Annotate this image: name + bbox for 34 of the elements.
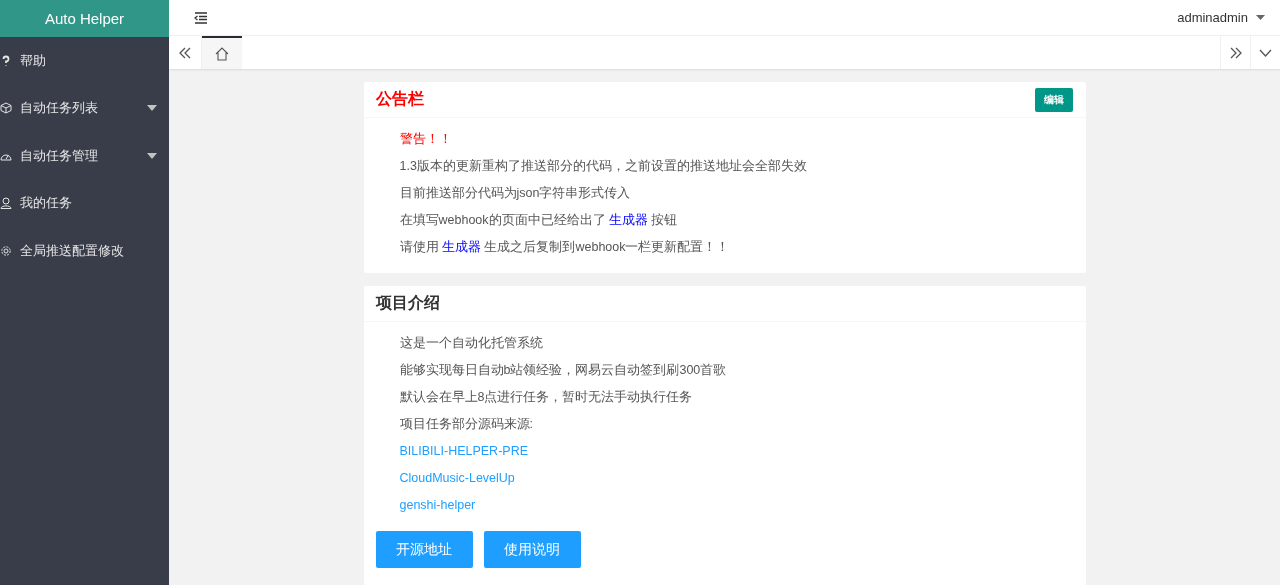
notice-text: 目前推送部分代码为json字符串形式传入 [399,185,632,202]
intro-text: 默认会在早上8点进行任务，暂时无法手动执行任务 [399,389,694,406]
cube-icon [0,102,12,115]
sidebar-item[interactable]: 自动任务管理 [0,132,169,180]
home-icon [215,46,229,61]
user-menu[interactable]: adminadmin [1177,10,1265,26]
gear-icon [0,244,12,257]
card-title: 项目介绍 [375,293,440,313]
home-tab[interactable] [202,36,242,69]
sidebar-item[interactable]: 我的任务 [0,179,169,227]
intro-text: 能够实现每日自动b站领经验，网易云自动签到刷300首歌 [399,362,728,379]
generator-link[interactable]: 生成器 [609,213,648,227]
card-title: 公告栏 [375,89,424,109]
edit-button[interactable]: 编辑 [1034,87,1073,112]
app-logo: Auto Helper [0,0,169,37]
user-icon [0,197,12,210]
warning-text: 警告！！ [399,131,453,148]
caret-icon [1256,15,1265,21]
sidebar-item[interactable]: 自动任务列表 [0,84,169,132]
double-chevron-left-icon [178,46,192,59]
tab-options-button[interactable] [1250,36,1280,69]
generator-link[interactable]: 生成器 [442,240,481,254]
intro-text: 项目任务部分源码来源: [399,416,534,433]
intro-text: 这是一个自动化托管系统 [399,335,544,352]
sidebar-item[interactable]: 全局推送配置修改 [0,227,169,275]
sidebar-item[interactable]: 帮助 [0,37,169,85]
notice-text: 在填写webhook的页面中已经给出了 生成器 按钮 [399,212,679,229]
help-icon [0,54,12,67]
double-chevron-right-icon [1228,46,1243,59]
notice-text: 请使用 生成器 生成之后复制到webhook一栏更新配置！！ [399,239,731,256]
chevron-down-icon [1259,48,1272,57]
menu-icon[interactable] [194,11,208,24]
scroll-right-button[interactable] [1220,36,1250,69]
notice-text: 1.3版本的更新重构了推送部分的代码，之前设置的推送地址会全部失效 [399,158,808,175]
